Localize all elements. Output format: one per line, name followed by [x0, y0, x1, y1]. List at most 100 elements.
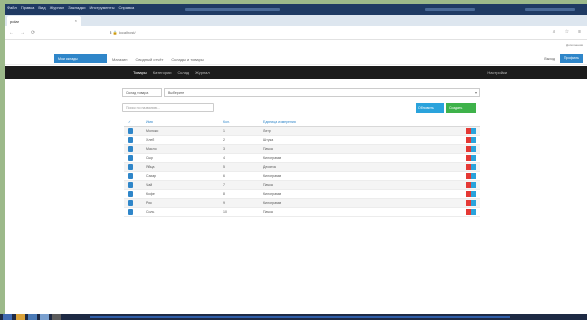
table-row[interactable]: Хлеб 2 Штука [124, 136, 480, 145]
edit-icon[interactable] [471, 128, 476, 134]
cell-qty: 6 [223, 174, 225, 178]
cell-unit: Литр [263, 129, 271, 133]
cell-name: Рис [146, 201, 153, 205]
edit-icon[interactable] [471, 173, 476, 179]
cell-name: Сахар [146, 174, 157, 178]
top-right: Выход Профиль [544, 54, 583, 63]
reload-icon[interactable]: ⟳ [31, 30, 35, 36]
table-row[interactable]: Сахар 6 Килограмм [124, 172, 480, 181]
edit-icon[interactable] [471, 146, 476, 152]
table-body: Молоко 1 Литр Хлеб 2 Штука Масло 3 Пачка Сыр 4 Кило… [124, 127, 480, 217]
table-row[interactable]: Рис 9 Килограмм [124, 199, 480, 208]
top-nav-item[interactable]: Магазин [112, 57, 127, 62]
top-nav: Магазин Сводный отчёт Склады и товары [112, 57, 204, 62]
settings-link[interactable]: Настройки [487, 70, 507, 75]
warehouse-select[interactable]: Выберите ▾ [164, 88, 480, 97]
search-input[interactable]: Поиск по названию... [122, 103, 214, 112]
menu-item[interactable]: Правка [21, 5, 35, 10]
sub-nav: Товары Категории Склад Журнал Настройки [5, 66, 587, 79]
row-actions [466, 128, 476, 134]
table-row[interactable]: Кофе 8 Килограмм [124, 190, 480, 199]
filter-bar: Склад товара Выберите ▾ [122, 88, 480, 97]
sub-nav-item[interactable]: Товары [133, 70, 147, 75]
table-row[interactable]: Молоко 1 Литр [124, 127, 480, 136]
search-icon[interactable]: ⌕ [553, 29, 556, 35]
sub-nav-item[interactable]: Категории [153, 70, 172, 75]
toolbar-icons: ⌕ ☆ ≡ [553, 29, 581, 35]
refresh-button[interactable]: Обновить [416, 103, 444, 113]
taskbar-active-window[interactable] [90, 316, 510, 318]
row-actions [466, 146, 476, 152]
top-nav-item[interactable]: Сводный отчёт [135, 57, 163, 62]
table-header: ✓ Имя Кол. Единица измерения [124, 118, 480, 127]
column-header-unit[interactable]: Единица измерения [263, 120, 296, 124]
browser-tab[interactable]: polar × [7, 16, 81, 26]
create-button[interactable]: Создать [446, 103, 476, 113]
taskbar-app[interactable] [40, 314, 49, 320]
chevron-down-icon: ▾ [474, 90, 477, 95]
cell-name: Хлеб [146, 138, 155, 142]
menu-item[interactable]: Инструменты [90, 5, 115, 10]
row-checkbox[interactable] [128, 155, 133, 161]
edit-icon[interactable] [471, 137, 476, 143]
taskbar [0, 314, 587, 320]
cell-unit: Пачка [263, 183, 273, 187]
brand-button[interactable]: Мои склады [54, 54, 107, 63]
menu-icon[interactable]: ≡ [578, 29, 581, 35]
cell-name: Кофе [146, 192, 155, 196]
cell-unit: Килограмм [263, 156, 282, 160]
sub-nav-item[interactable]: Журнал [195, 70, 210, 75]
table-row[interactable]: Соль 10 Пачка [124, 208, 480, 217]
back-icon[interactable]: ← [9, 30, 14, 36]
edit-icon[interactable] [471, 191, 476, 197]
sub-nav-item[interactable]: Склад [178, 70, 190, 75]
menu-item[interactable]: Вид [38, 5, 45, 10]
edit-icon[interactable] [471, 200, 476, 206]
taskbar-app[interactable] [28, 314, 37, 320]
tab-close-icon[interactable]: × [75, 18, 77, 23]
row-checkbox[interactable] [128, 209, 133, 215]
table-row[interactable]: Чай 7 Пачка [124, 181, 480, 190]
row-checkbox[interactable] [128, 173, 133, 179]
forward-icon[interactable]: → [20, 30, 25, 36]
menu-item[interactable]: Справка [118, 5, 134, 10]
star-icon[interactable]: ☆ [565, 29, 569, 35]
column-header-name[interactable]: Имя [146, 120, 153, 124]
row-checkbox[interactable] [128, 200, 133, 206]
start-button[interactable] [3, 314, 12, 320]
tab-strip: polar × [5, 15, 587, 26]
menu-bar: Файл Правка Вид Журнал Закладки Инструменты Сп… [7, 5, 134, 10]
table-row[interactable]: Масло 3 Пачка [124, 145, 480, 154]
column-header-qty[interactable]: Кол. [223, 120, 230, 124]
row-checkbox[interactable] [128, 146, 133, 152]
cell-qty: 10 [223, 210, 227, 214]
logout-link[interactable]: Выход [544, 57, 554, 61]
warehouse-selected: Выберите [168, 91, 185, 95]
row-checkbox[interactable] [128, 137, 133, 143]
select-all-check-icon[interactable]: ✓ [128, 120, 131, 124]
menu-item[interactable]: Журнал [50, 5, 65, 10]
profile-button[interactable]: Профиль [559, 54, 583, 63]
edit-icon[interactable] [471, 155, 476, 161]
table-row[interactable]: Сыр 4 Килограмм [124, 154, 480, 163]
extensions-hint[interactable]: Дополнения [566, 43, 583, 47]
taskbar-app[interactable] [16, 314, 25, 320]
url-field[interactable]: ℹ 🔒 localhost/ [110, 30, 136, 35]
edit-icon[interactable] [471, 164, 476, 170]
row-checkbox[interactable] [128, 164, 133, 170]
row-checkbox[interactable] [128, 191, 133, 197]
tab-title: polar [10, 19, 19, 24]
cell-qty: 5 [223, 165, 225, 169]
menu-item[interactable]: Закладки [68, 5, 85, 10]
row-actions [466, 182, 476, 188]
top-nav-item[interactable]: Склады и товары [171, 57, 203, 62]
title-decoration [525, 8, 575, 11]
edit-icon[interactable] [471, 182, 476, 188]
taskbar-app[interactable] [52, 314, 61, 320]
edit-icon[interactable] [471, 209, 476, 215]
menu-item[interactable]: Файл [7, 5, 17, 10]
row-checkbox[interactable] [128, 182, 133, 188]
title-decoration [425, 8, 475, 11]
table-row[interactable]: Яйца 5 Десяток [124, 163, 480, 172]
row-checkbox[interactable] [128, 128, 133, 134]
